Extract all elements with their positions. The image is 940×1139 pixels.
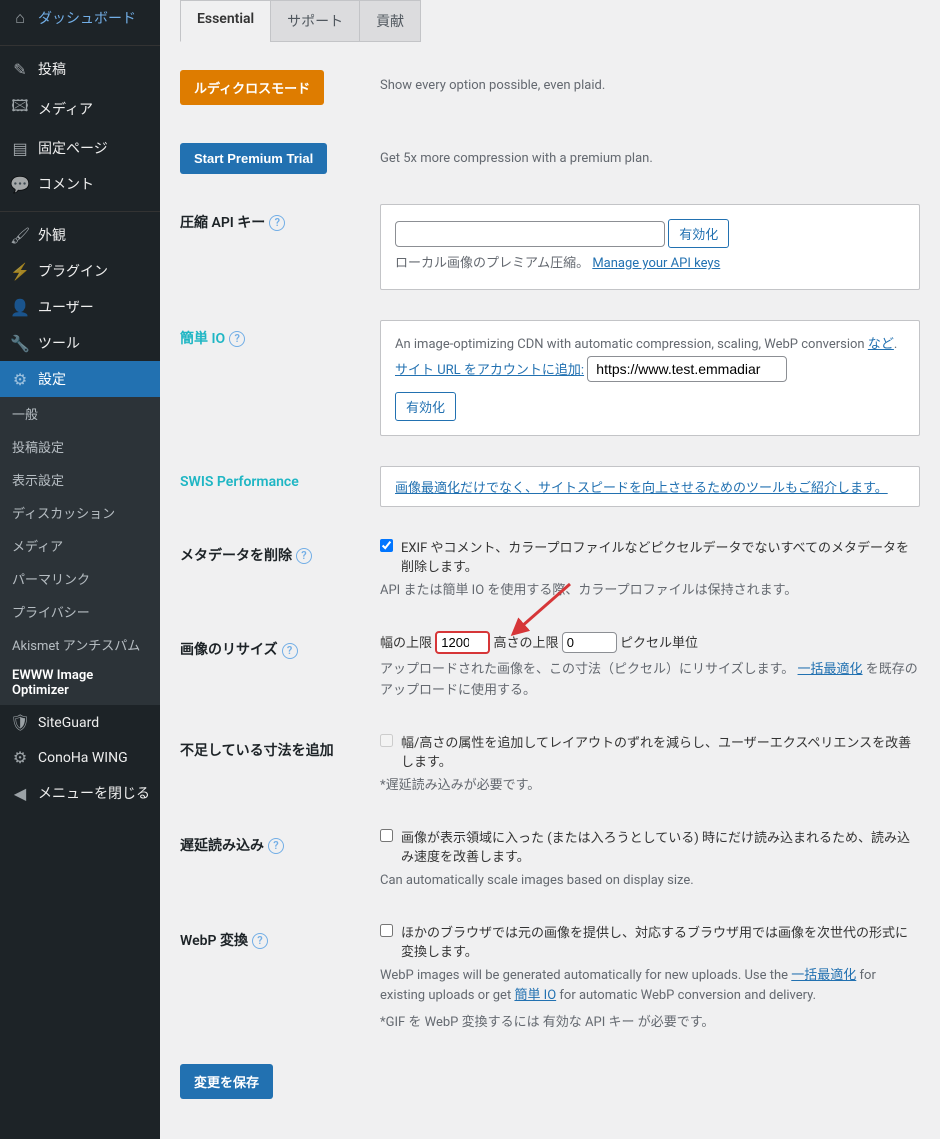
unit-label: ピクセル単位: [620, 636, 698, 651]
api-activate-button[interactable]: 有効化: [668, 219, 729, 248]
sidebar-item[interactable]: 💬コメント: [0, 166, 160, 202]
sidebar-item[interactable]: ▤固定ページ: [0, 130, 160, 166]
sidebar-item[interactable]: 🖌外観: [0, 217, 160, 253]
metadata-label: メタデータを削除: [180, 548, 292, 564]
lazy-desc: Can automatically scale images based on …: [380, 871, 920, 892]
api-key-label: 圧縮 API キー: [180, 215, 265, 231]
sidebar-item[interactable]: ◀メニューを閉じる: [0, 775, 160, 811]
sidebar-item[interactable]: 🔧ツール: [0, 325, 160, 361]
menu-icon: 🖌: [10, 226, 30, 245]
dims-ck-label: 幅/高さの属性を追加してレイアウトのずれを減らし、ユーザーエクスペリエンスを改善…: [401, 732, 920, 770]
metadata-checkbox[interactable]: [380, 539, 393, 552]
tab-support[interactable]: サポート: [270, 0, 360, 42]
sidebar-item[interactable]: 🖾メディア: [0, 87, 160, 130]
menu-icon: ✎: [10, 60, 30, 79]
manage-api-keys-link[interactable]: Manage your API keys: [592, 256, 720, 271]
metadata-desc: API または簡単 IO を使用する際、カラープロファイルは保持されます。: [380, 581, 920, 602]
sidebar-sub-item[interactable]: 一般: [0, 397, 160, 430]
dims-note: *遅延読み込みが必要です。: [380, 776, 920, 797]
tab-essential[interactable]: Essential: [180, 0, 271, 42]
sidebar-item[interactable]: ✎投稿: [0, 51, 160, 87]
swis-label: SWIS Performance: [180, 474, 299, 490]
sidebar-item[interactable]: ⚡プラグイン: [0, 253, 160, 289]
help-icon[interactable]: ?: [269, 215, 285, 231]
sidebar-item[interactable]: 🛡SiteGuard: [0, 705, 160, 740]
ludicrous-desc: Show every option possible, even plaid.: [380, 68, 920, 97]
swis-link[interactable]: 画像最適化だけでなく、サイトスピードを向上させるためのツールもご紹介します。: [395, 481, 888, 496]
lazy-ck-label: 画像が表示領域に入った (または入ろうとしている) 時にだけ読み込まれるため、読…: [401, 827, 920, 865]
help-icon[interactable]: ?: [282, 643, 298, 659]
sidebar-sub-item[interactable]: 投稿設定: [0, 430, 160, 463]
metadata-ck-label: EXIF やコメント、カラープロファイルなどピクセルデータでないすべてのメタデー…: [401, 537, 920, 575]
lazy-label: 遅延読み込み: [180, 838, 264, 854]
premium-desc: Get 5x more compression with a premium p…: [380, 141, 920, 170]
max-height-input[interactable]: [562, 632, 617, 653]
sidebar-submenu: 一般投稿設定表示設定ディスカッションメディアパーマリンクプライバシーAkisme…: [0, 397, 160, 705]
menu-icon: ▤: [10, 139, 30, 158]
bulk-optimize-link[interactable]: 一括最適化: [798, 662, 863, 677]
lazy-checkbox[interactable]: [380, 829, 393, 842]
sidebar-sub-item[interactable]: プライバシー: [0, 595, 160, 628]
sidebar-sub-item[interactable]: 表示設定: [0, 463, 160, 496]
sidebar-item[interactable]: ⚙設定: [0, 361, 160, 397]
api-desc: ローカル画像のプレミアム圧縮。: [395, 256, 589, 271]
tab-bar: Essential サポート 貢献: [180, 0, 920, 42]
menu-icon: ⚙: [10, 748, 30, 767]
easyio-text: An image-optimizing CDN with automatic c…: [395, 337, 865, 352]
help-icon[interactable]: ?: [296, 548, 312, 564]
menu-icon: ◀: [10, 784, 30, 803]
sidebar-sub-item[interactable]: パーマリンク: [0, 562, 160, 595]
sidebar-item[interactable]: ⚙ConoHa WING: [0, 740, 160, 775]
help-icon[interactable]: ?: [252, 933, 268, 949]
dims-label: 不足している寸法を追加: [180, 743, 334, 759]
resize-desc-pre: アップロードされた画像を、この寸法（ピクセル）にリサイズします。: [380, 662, 794, 677]
tab-contribute[interactable]: 貢献: [359, 0, 421, 42]
api-key-input[interactable]: [395, 221, 665, 247]
menu-icon: ⌂: [10, 8, 30, 28]
max-width-input[interactable]: [435, 631, 490, 654]
menu-icon: 🛡: [10, 713, 30, 732]
site-url-input[interactable]: [587, 356, 787, 382]
menu-icon: 🖾: [10, 95, 30, 122]
premium-trial-button[interactable]: Start Premium Trial: [180, 143, 327, 174]
sidebar-item[interactable]: 👤ユーザー: [0, 289, 160, 325]
menu-icon: ⚡: [10, 262, 30, 281]
bulk-optimize-link[interactable]: 一括最適化: [791, 968, 856, 983]
menu-icon: ⚙: [10, 370, 30, 389]
sidebar-sub-item[interactable]: メディア: [0, 529, 160, 562]
main-content: Essential サポート 貢献 ルディクロスモード Show every o…: [160, 0, 940, 1139]
webp-ck-label: ほかのブラウザでは元の画像を提供し、対応するブラウザ用では画像を次世代の形式に変…: [401, 922, 920, 960]
save-changes-button[interactable]: 変更を保存: [180, 1064, 273, 1099]
sidebar-sub-item[interactable]: EWWW Image Optimizer: [0, 661, 160, 705]
dims-checkbox[interactable]: [380, 734, 393, 747]
help-icon[interactable]: ?: [268, 838, 284, 854]
height-label: 高さの上限: [493, 636, 558, 651]
webp-label: WebP 変換: [180, 933, 248, 949]
webp-checkbox[interactable]: [380, 924, 393, 937]
ludicrous-button[interactable]: ルディクロスモード: [180, 70, 324, 105]
resize-label: 画像のリサイズ: [180, 642, 278, 658]
easyio-label: 簡単 IO: [180, 331, 225, 347]
sidebar-sub-item[interactable]: ディスカッション: [0, 496, 160, 529]
width-label: 幅の上限: [380, 636, 432, 651]
add-site-url-link[interactable]: サイト URL をアカウントに追加:: [395, 363, 584, 378]
easyio-etc-link[interactable]: など: [868, 337, 894, 352]
menu-icon: 💬: [10, 175, 30, 194]
easyio-activate-button[interactable]: 有効化: [395, 392, 456, 421]
easyio-link[interactable]: 簡単 IO: [514, 988, 556, 1003]
admin-sidebar: ⌂ダッシュボード✎投稿🖾メディア▤固定ページ💬コメント🖌外観⚡プラグイン👤ユーザ…: [0, 0, 160, 1139]
sidebar-item[interactable]: ⌂ダッシュボード: [0, 0, 160, 36]
menu-icon: 👤: [10, 298, 30, 317]
help-icon[interactable]: ?: [229, 331, 245, 347]
menu-icon: 🔧: [10, 334, 30, 353]
sidebar-sub-item[interactable]: Akismet アンチスパム: [0, 628, 160, 661]
